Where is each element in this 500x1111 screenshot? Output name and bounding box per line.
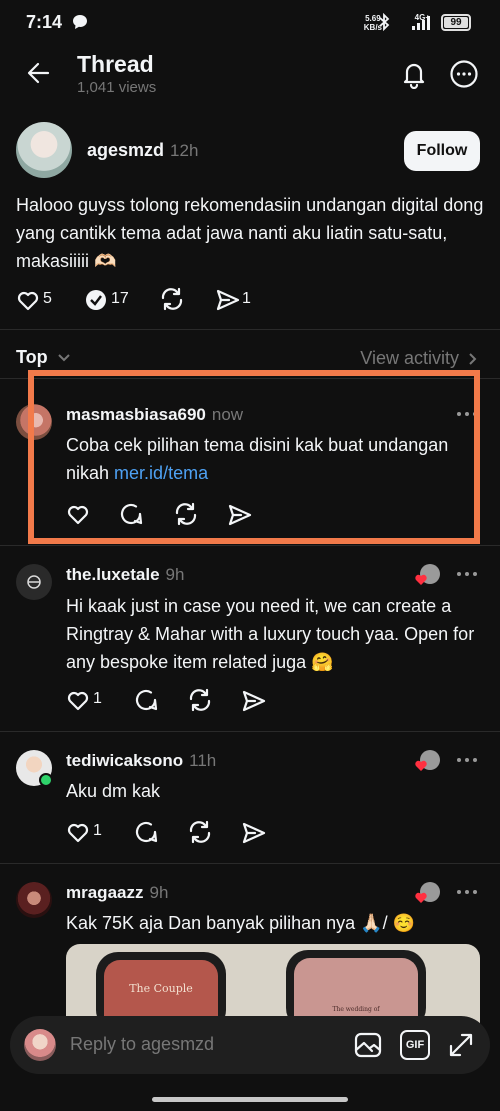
more-options-icon[interactable] — [455, 888, 479, 896]
reply-text: Kak 75K aja Dan banyak pilihan nya 🙏🏻/ ☺… — [66, 913, 416, 933]
reply-input[interactable]: Reply to agesmzd — [70, 1034, 214, 1055]
view-count: 1,041 views — [77, 79, 157, 96]
status-bar: 7:14 5.69 KB/s 4G+ 99 — [0, 0, 500, 44]
page-title: Thread — [77, 51, 154, 77]
username[interactable]: the.luxetale — [66, 565, 160, 584]
share-count: 1 — [242, 290, 251, 307]
comment-icon[interactable] — [134, 820, 158, 844]
like-icon[interactable] — [66, 820, 90, 844]
like-count: 1 — [93, 690, 102, 707]
like-icon[interactable] — [16, 288, 40, 312]
battery-indicator: 99 — [441, 14, 471, 31]
like-count: 5 — [43, 290, 52, 307]
like-count: 1 — [93, 822, 102, 839]
heart-icon — [415, 892, 427, 903]
divider — [0, 731, 500, 732]
reply-text: Aku dm kak — [66, 781, 161, 801]
liked-by-author-badge — [414, 882, 440, 908]
reply-icon[interactable] — [83, 287, 109, 313]
view-activity-link[interactable]: View activity — [360, 348, 478, 369]
heart-icon — [415, 760, 427, 771]
reply-author: tediwicaksono 11h — [66, 751, 217, 770]
online-indicator — [39, 773, 53, 787]
expand-icon[interactable] — [446, 1030, 476, 1060]
repost-icon[interactable] — [187, 687, 213, 713]
media-preview-image[interactable]: The Couple The wedding of — [66, 944, 480, 1024]
avatar — [24, 1029, 56, 1061]
share-icon[interactable] — [215, 287, 241, 313]
highlight-box — [28, 370, 480, 544]
like-icon[interactable] — [66, 688, 90, 712]
post-time: 12h — [170, 141, 199, 160]
more-options-icon[interactable] — [455, 756, 479, 764]
divider — [0, 863, 500, 864]
reply-bar: Reply to agesmzd GIF — [10, 1016, 490, 1074]
reply-count: 17 — [111, 290, 129, 307]
phone-mockup: The wedding of — [286, 950, 426, 1024]
brand-logo-icon — [27, 575, 41, 589]
repost-icon[interactable] — [159, 286, 185, 312]
follow-button[interactable]: Follow — [404, 131, 480, 171]
avatar[interactable] — [16, 882, 52, 918]
chat-notification-icon — [73, 15, 87, 29]
liked-by-author-badge — [414, 564, 440, 590]
back-arrow-icon[interactable] — [26, 60, 52, 86]
post-author: agesmzd 12h — [87, 140, 198, 161]
divider — [0, 329, 500, 330]
preview-caption: The wedding of — [332, 1006, 380, 1013]
comment-icon[interactable] — [134, 688, 158, 712]
gif-button[interactable]: GIF — [400, 1030, 430, 1060]
share-icon[interactable] — [241, 820, 267, 846]
heart-icon — [415, 574, 427, 585]
avatar[interactable] — [16, 564, 52, 600]
chevron-right-icon — [469, 353, 477, 365]
liked-by-author-badge — [414, 750, 440, 776]
image-icon[interactable] — [353, 1030, 383, 1060]
more-options-icon[interactable] — [455, 570, 479, 578]
home-indicator — [152, 1097, 348, 1102]
share-icon[interactable] — [241, 688, 267, 714]
more-options-icon[interactable] — [449, 59, 479, 89]
divider — [0, 545, 500, 546]
reply-author: the.luxetale 9h — [66, 565, 185, 584]
repost-icon[interactable] — [187, 819, 213, 845]
username[interactable]: mragaazz — [66, 883, 143, 902]
sort-dropdown[interactable]: Top — [16, 347, 71, 368]
preview-caption: The Couple — [129, 982, 193, 995]
avatar[interactable] — [16, 122, 72, 178]
username[interactable]: tediwicaksono — [66, 751, 183, 770]
post-text: Halooo guyss tolong rekomendasiin undang… — [16, 195, 484, 271]
signal-icon — [412, 16, 430, 30]
bluetooth-icon — [379, 13, 390, 31]
status-time: 7:14 — [26, 12, 63, 32]
username[interactable]: agesmzd — [87, 140, 164, 160]
chevron-down-icon — [57, 354, 70, 362]
reply-text: Hi kaak just in case you need it, we can… — [66, 596, 475, 672]
reply-author: mragaazz 9h — [66, 883, 169, 902]
bell-icon[interactable] — [399, 59, 429, 89]
phone-mockup: The Couple — [96, 952, 226, 1024]
